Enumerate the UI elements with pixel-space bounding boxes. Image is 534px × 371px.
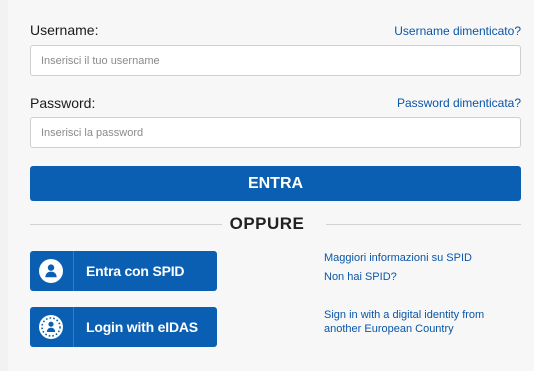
username-label: Username:: [30, 22, 99, 38]
login-button[interactable]: ENTRA: [30, 166, 521, 201]
user-icon: [30, 251, 72, 291]
spid-info-link[interactable]: Maggiori informazioni su SPID: [324, 251, 472, 265]
spid-login-button[interactable]: Entra con SPID: [30, 251, 217, 291]
eidas-login-button[interactable]: Login with eIDAS: [30, 307, 217, 347]
username-input[interactable]: [30, 45, 521, 76]
eidas-info-link[interactable]: Sign in with a digital identity from ano…: [324, 308, 484, 336]
password-label: Password:: [30, 95, 96, 111]
divider-line-right: [326, 224, 521, 225]
forgot-username-link[interactable]: Username dimenticato?: [394, 24, 521, 38]
divider-line-left: [30, 224, 225, 225]
spid-button-label: Entra con SPID: [86, 263, 185, 279]
eidas-info-line-1: Sign in with a digital identity from: [324, 309, 485, 321]
password-input[interactable]: [30, 117, 521, 148]
forgot-password-link[interactable]: Password dimenticata?: [397, 96, 521, 110]
eidas-info-line-2: another European Country: [324, 323, 454, 335]
button-separator: [73, 307, 74, 347]
no-spid-link[interactable]: Non hai SPID?: [324, 270, 397, 284]
button-separator: [73, 251, 74, 291]
eidas-button-label: Login with eIDAS: [86, 319, 198, 335]
eu-identity-icon: [30, 307, 72, 347]
